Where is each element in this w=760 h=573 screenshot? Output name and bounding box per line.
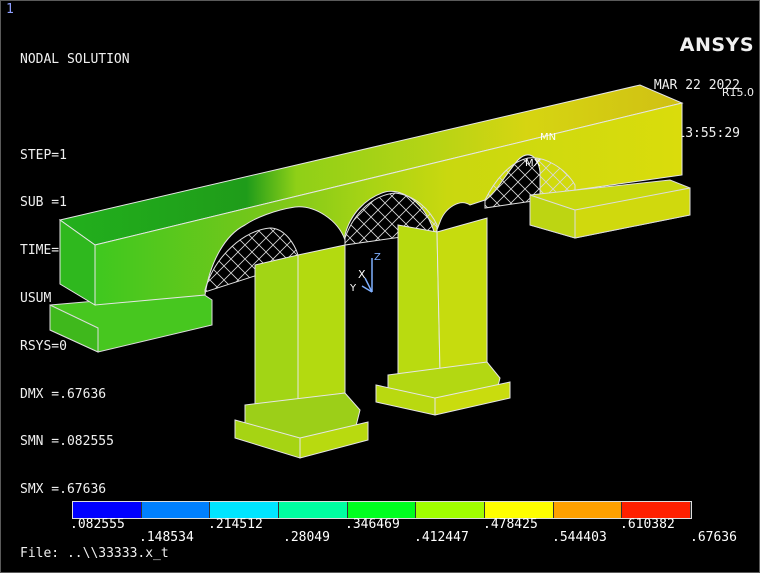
legend-swatch bbox=[141, 502, 211, 518]
axis-x-label: X bbox=[358, 268, 366, 281]
legend-swatch bbox=[485, 502, 554, 518]
min-marker: MN bbox=[540, 132, 556, 143]
file-label: File: ..\\33333.x_t bbox=[20, 546, 169, 561]
axis-y-label: Y bbox=[349, 283, 357, 294]
legend-tick: .610382 bbox=[620, 517, 675, 532]
legend-swatch bbox=[279, 502, 348, 518]
legend-tick: .346469 bbox=[345, 517, 400, 532]
legend-swatch bbox=[347, 502, 417, 518]
legend-swatch bbox=[73, 502, 142, 518]
axis-z-label: Z bbox=[374, 252, 381, 263]
legend-swatch bbox=[416, 502, 486, 518]
legend-tick: .544403 bbox=[552, 530, 607, 545]
pier-right bbox=[375, 217, 511, 416]
legend-swatch bbox=[210, 502, 280, 518]
legend-tick: .148534 bbox=[139, 530, 194, 545]
max-marker: MX bbox=[525, 158, 541, 169]
legend-tick: .214512 bbox=[208, 517, 263, 532]
pier-left bbox=[234, 244, 369, 459]
axis-triad: Z X Y bbox=[349, 252, 381, 294]
fea-model-view[interactable]: MN MX Z X Y bbox=[0, 0, 760, 573]
legend-swatch bbox=[553, 502, 623, 518]
legend-tick: .478425 bbox=[483, 517, 538, 532]
legend-tick: .67636 bbox=[690, 530, 737, 545]
legend-tick: .412447 bbox=[414, 530, 469, 545]
legend-tick: .082555 bbox=[70, 517, 125, 532]
legend-tick: .28049 bbox=[283, 530, 330, 545]
legend-swatch bbox=[622, 502, 692, 518]
